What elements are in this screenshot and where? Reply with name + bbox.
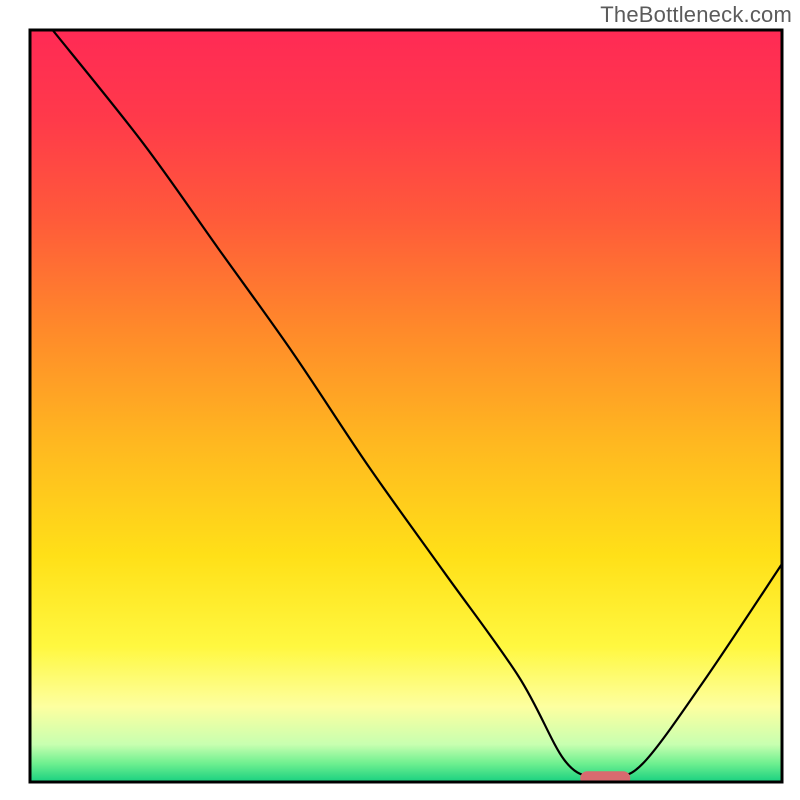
chart-svg [28, 28, 784, 784]
watermark-text: TheBottleneck.com [600, 2, 792, 28]
plot-area [28, 28, 784, 784]
chart-container: TheBottleneck.com [0, 0, 800, 800]
